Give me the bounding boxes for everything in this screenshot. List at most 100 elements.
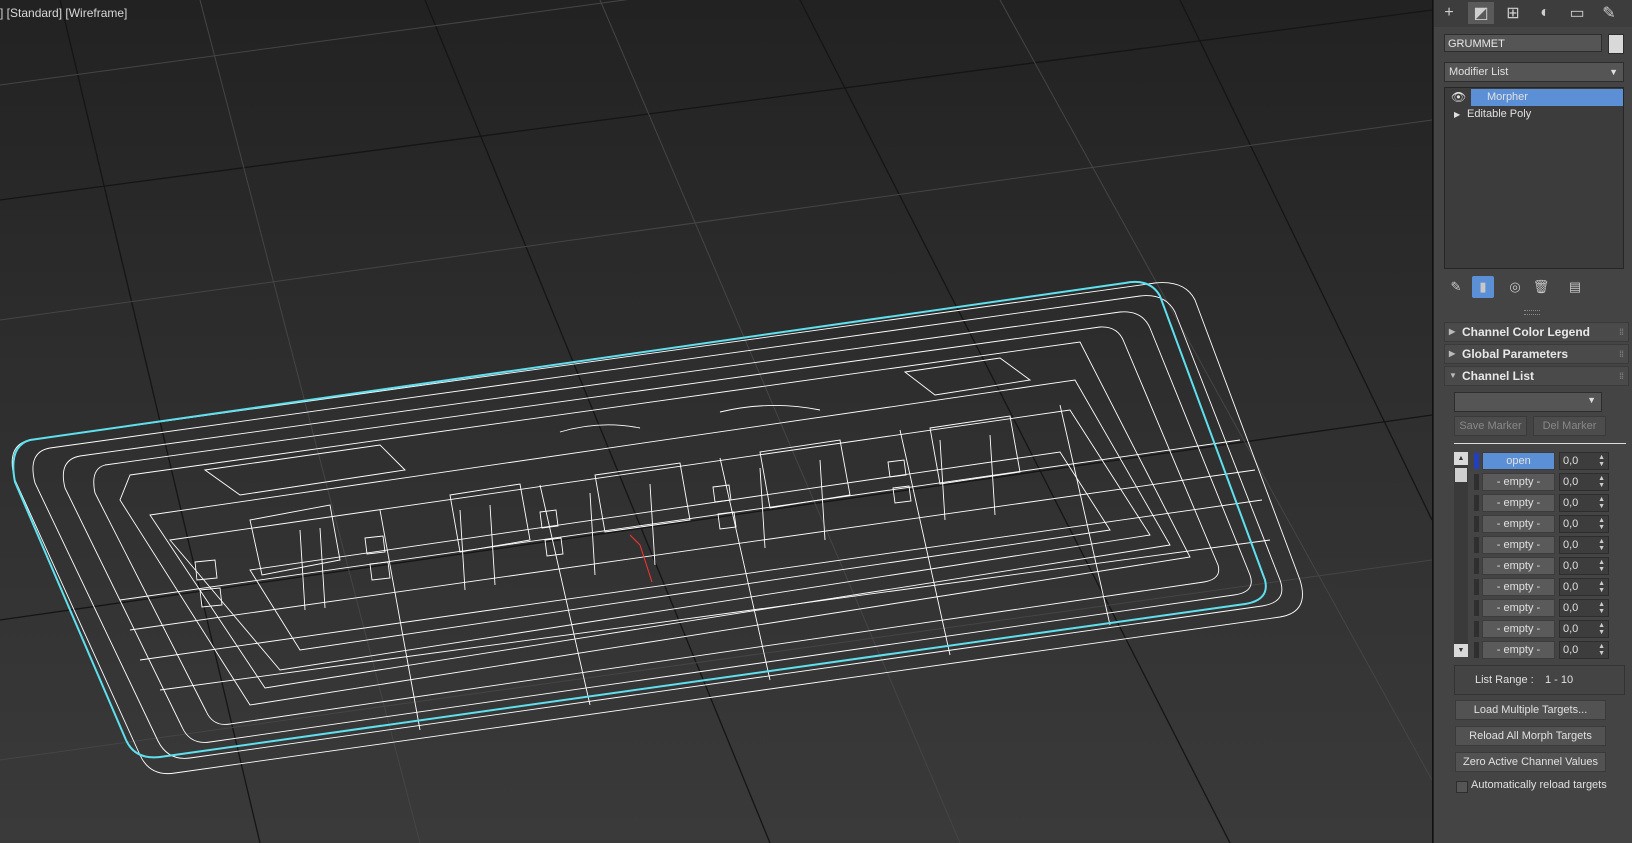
expand-triangle-icon: ▶ [1449,327,1456,336]
channel-value-spinner[interactable]: 0,0 ▲ ▼ [1559,536,1609,554]
channel-button[interactable]: - empty - [1482,578,1555,596]
channel-row: - empty - 0,0 ▲ ▼ [1474,641,1632,659]
channel-button[interactable]: - empty - [1482,557,1555,575]
list-range-box: List Range : 1 - 10 [1454,665,1625,695]
channel-row: - empty - 0,0 ▲ ▼ [1474,494,1632,512]
rollout-channel-color-legend[interactable]: ▶ Channel Color Legend ⁞⁞ [1444,322,1629,342]
spinner-arrows-icon[interactable]: ▲ ▼ [1598,538,1605,552]
create-icon[interactable]: + [1436,2,1462,24]
configure-modifier-sets-icon[interactable]: ▤ [1564,276,1586,298]
channel-row: open 0,0 ▲ ▼ [1474,452,1632,470]
channel-button[interactable]: - empty - [1482,473,1555,491]
channel-row: - empty - 0,0 ▲ ▼ [1474,515,1632,533]
spinner-arrows-icon[interactable]: ▲ ▼ [1598,517,1605,531]
wireframe-scene [0,0,1432,843]
stack-item-editable-poly[interactable]: ▶ Editable Poly [1445,106,1623,123]
rollout-global-parameters[interactable]: ▶ Global Parameters ⁞⁞ [1444,344,1629,364]
eye-icon[interactable]: 👁 [1451,89,1466,106]
show-end-result-icon[interactable]: ▮ [1472,276,1494,298]
modify-icon[interactable]: ◩ [1468,2,1494,24]
channel-value: 0,0 [1563,602,1579,614]
spinner-arrows-icon[interactable]: ▲ ▼ [1598,580,1605,594]
channel-value: 0,0 [1563,581,1579,593]
rollout-grip-icon: ⁞⁞ [1619,327,1624,337]
rollout-channel-list[interactable]: ▼ Channel List ⁞⁞ [1444,366,1629,386]
channel-value-spinner[interactable]: 0,0 ▲ ▼ [1559,473,1609,491]
channel-value: 0,0 [1563,623,1579,635]
make-unique-icon[interactable]: ◎ [1504,276,1526,298]
auto-reload-label: Automatically reload targets [1471,779,1607,791]
load-multiple-targets-button[interactable]: Load Multiple Targets... [1455,700,1606,720]
stack-item-label: Morpher [1487,91,1528,103]
rollout-title: Global Parameters [1462,347,1569,361]
pin-stack-icon[interactable]: ✎ [1445,276,1467,298]
viewport-label[interactable]: ] [Standard] [Wireframe] [0,6,127,20]
save-marker-button[interactable]: Save Marker [1454,416,1527,436]
channel-button[interactable]: open [1482,452,1555,470]
spinner-arrows-icon[interactable]: ▲ ▼ [1598,601,1605,615]
divider [1454,443,1626,444]
spinner-arrows-icon[interactable]: ▲ ▼ [1598,622,1605,636]
ground-grid [0,0,1432,843]
channel-value: 0,0 [1563,539,1579,551]
channel-value-spinner[interactable]: 0,0 ▲ ▼ [1559,578,1609,596]
trash-icon[interactable]: 🗑 [1530,276,1552,298]
stack-toolbar: ✎ ▮ ◎ 🗑 ▤ [1444,276,1624,298]
scroll-up-icon[interactable]: ▲ [1454,452,1468,465]
spinner-arrows-icon[interactable]: ▲ ▼ [1598,475,1605,489]
grummet-mesh [11,282,1303,775]
channel-value: 0,0 [1563,497,1579,509]
reload-all-morph-targets-button[interactable]: Reload All Morph Targets [1455,726,1606,746]
display-icon[interactable]: ▭ [1564,2,1590,24]
channel-row: - empty - 0,0 ▲ ▼ [1474,557,1632,575]
auto-reload-checkbox[interactable] [1456,781,1468,793]
command-panel-tabs: + ◩ ⊞ ◐ ▭ ✎ [1434,0,1632,27]
list-range-value: 1 - 10 [1545,674,1574,686]
marker-dropdown[interactable]: ▼ [1454,392,1602,412]
viewport-wireframe[interactable]: ] [Standard] [Wireframe] [0,0,1433,843]
object-color-swatch[interactable] [1608,34,1624,54]
channel-status-bar [1474,474,1479,490]
channel-button[interactable]: - empty - [1482,494,1555,512]
channel-value-spinner[interactable]: 0,0 ▲ ▼ [1559,494,1609,512]
object-name-field[interactable]: GRUMMET [1444,34,1602,52]
channel-row: - empty - 0,0 ▲ ▼ [1474,578,1632,596]
channel-value: 0,0 [1563,476,1579,488]
panel-splitter-grip[interactable] [1524,310,1540,315]
channel-value-spinner[interactable]: 0,0 ▲ ▼ [1559,641,1609,659]
channel-value-spinner[interactable]: 0,0 ▲ ▼ [1559,620,1609,638]
channel-value-spinner[interactable]: 0,0 ▲ ▼ [1559,599,1609,617]
channel-row: - empty - 0,0 ▲ ▼ [1474,473,1632,491]
channel-value-spinner[interactable]: 0,0 ▲ ▼ [1559,515,1609,533]
scroll-down-icon[interactable]: ▼ [1454,644,1468,657]
channel-value: 0,0 [1563,644,1579,656]
zero-active-channel-values-button[interactable]: Zero Active Channel Values [1455,752,1606,772]
channel-button[interactable]: - empty - [1482,515,1555,533]
rollout-title: Channel Color Legend [1462,325,1591,339]
channel-value: 0,0 [1563,518,1579,530]
channel-button[interactable]: - empty - [1482,641,1555,659]
scroll-thumb[interactable] [1455,468,1467,482]
spinner-arrows-icon[interactable]: ▲ ▼ [1598,559,1605,573]
del-marker-button[interactable]: Del Marker [1533,416,1606,436]
hierarchy-icon[interactable]: ⊞ [1500,2,1526,24]
channel-value-spinner[interactable]: 0,0 ▲ ▼ [1559,452,1609,470]
channel-scrollbar[interactable]: ▲ ▼ [1454,452,1468,657]
spinner-arrows-icon[interactable]: ▲ ▼ [1598,454,1605,468]
channel-status-bar [1474,642,1479,658]
expand-triangle-icon[interactable]: ▶ [1454,106,1460,123]
channel-row: - empty - 0,0 ▲ ▼ [1474,536,1632,554]
channel-button[interactable]: - empty - [1482,620,1555,638]
channel-status-bar [1474,516,1479,532]
rollout-title: Channel List [1462,369,1535,383]
spinner-arrows-icon[interactable]: ▲ ▼ [1598,643,1605,657]
stack-item-morpher[interactable]: 👁 Morpher [1445,89,1623,106]
channel-button[interactable]: - empty - [1482,536,1555,554]
channel-button[interactable]: - empty - [1482,599,1555,617]
channel-value-spinner[interactable]: 0,0 ▲ ▼ [1559,557,1609,575]
utilities-icon[interactable]: ✎ [1596,2,1622,24]
modifier-stack[interactable]: 👁 Morpher ▶ Editable Poly [1444,87,1624,269]
modifier-list-dropdown[interactable]: Modifier List ▼ [1444,62,1624,82]
spinner-arrows-icon[interactable]: ▲ ▼ [1598,496,1605,510]
motion-icon[interactable]: ◐ [1532,2,1558,24]
